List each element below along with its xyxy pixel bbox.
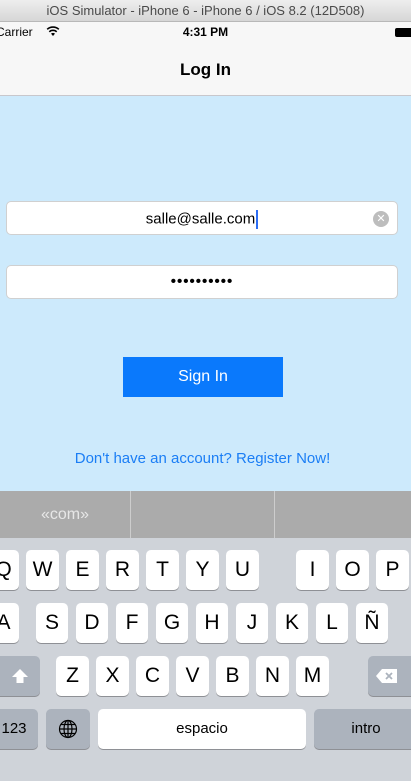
key-k[interactable]: K — [276, 603, 308, 643]
shift-icon — [12, 669, 28, 684]
key-n[interactable]: N — [256, 656, 289, 696]
key-p[interactable]: P — [376, 550, 409, 590]
key-q[interactable]: Q — [0, 550, 19, 590]
sign-in-button[interactable]: Sign In — [123, 357, 283, 397]
key-f[interactable]: F — [116, 603, 148, 643]
password-field[interactable]: •••••••••• — [6, 265, 398, 299]
key-y[interactable]: Y — [186, 550, 219, 590]
key-o[interactable]: O — [336, 550, 369, 590]
key-u[interactable]: U — [226, 550, 259, 590]
globe-icon — [58, 720, 78, 739]
key-i[interactable]: I — [296, 550, 329, 590]
key-m[interactable]: M — [296, 656, 329, 696]
email-field[interactable]: salle@salle.com ✕ — [6, 201, 398, 235]
navigation-bar: Log In — [0, 42, 411, 96]
suggestion-item[interactable] — [131, 491, 274, 538]
key-z[interactable]: Z — [56, 656, 89, 696]
key-s[interactable]: S — [36, 603, 68, 643]
page-title: Log In — [180, 60, 231, 79]
battery-icon — [395, 28, 411, 37]
key-e[interactable]: E — [66, 550, 99, 590]
numbers-key[interactable]: 123 — [0, 709, 38, 749]
return-key[interactable]: intro — [314, 709, 411, 749]
globe-key[interactable] — [46, 709, 90, 749]
shift-key[interactable] — [0, 656, 40, 696]
key-w[interactable]: W — [26, 550, 59, 590]
key-j[interactable]: J — [236, 603, 268, 643]
key-r[interactable]: R — [106, 550, 139, 590]
suggestion-bar: «com» — [0, 491, 411, 538]
key-c[interactable]: C — [136, 656, 169, 696]
key-h[interactable]: H — [196, 603, 228, 643]
text-caret — [256, 210, 259, 229]
key-n-tilde[interactable]: Ñ — [356, 603, 388, 643]
password-value: •••••••••• — [170, 273, 234, 290]
key-x[interactable]: X — [96, 656, 129, 696]
simulator-title-bar: iOS Simulator - iPhone 6 - iPhone 6 / iO… — [0, 0, 411, 22]
login-content: salle@salle.com ✕ •••••••••• Sign In Don… — [0, 96, 411, 491]
register-link[interactable]: Don't have an account? Register Now! — [0, 450, 405, 467]
status-bar: Carrier 4:31 PM — [0, 22, 411, 42]
clear-text-icon[interactable]: ✕ — [373, 211, 389, 227]
suggestion-item[interactable] — [275, 491, 411, 538]
key-b[interactable]: B — [216, 656, 249, 696]
suggestion-item[interactable]: «com» — [0, 491, 130, 538]
space-key[interactable]: espacio — [98, 709, 306, 749]
backspace-icon — [376, 669, 397, 684]
key-g[interactable]: G — [156, 603, 188, 643]
key-v[interactable]: V — [176, 656, 209, 696]
status-time: 4:31 PM — [182, 25, 229, 39]
keyboard: Q W E R T Y U I O P A S D F G H J K L Ñ … — [0, 538, 411, 781]
key-a[interactable]: A — [0, 603, 19, 643]
email-value: salle@salle.com — [7, 210, 397, 229]
key-l[interactable]: L — [316, 603, 348, 643]
key-d[interactable]: D — [76, 603, 108, 643]
backspace-key[interactable] — [368, 656, 411, 696]
key-t[interactable]: T — [146, 550, 179, 590]
